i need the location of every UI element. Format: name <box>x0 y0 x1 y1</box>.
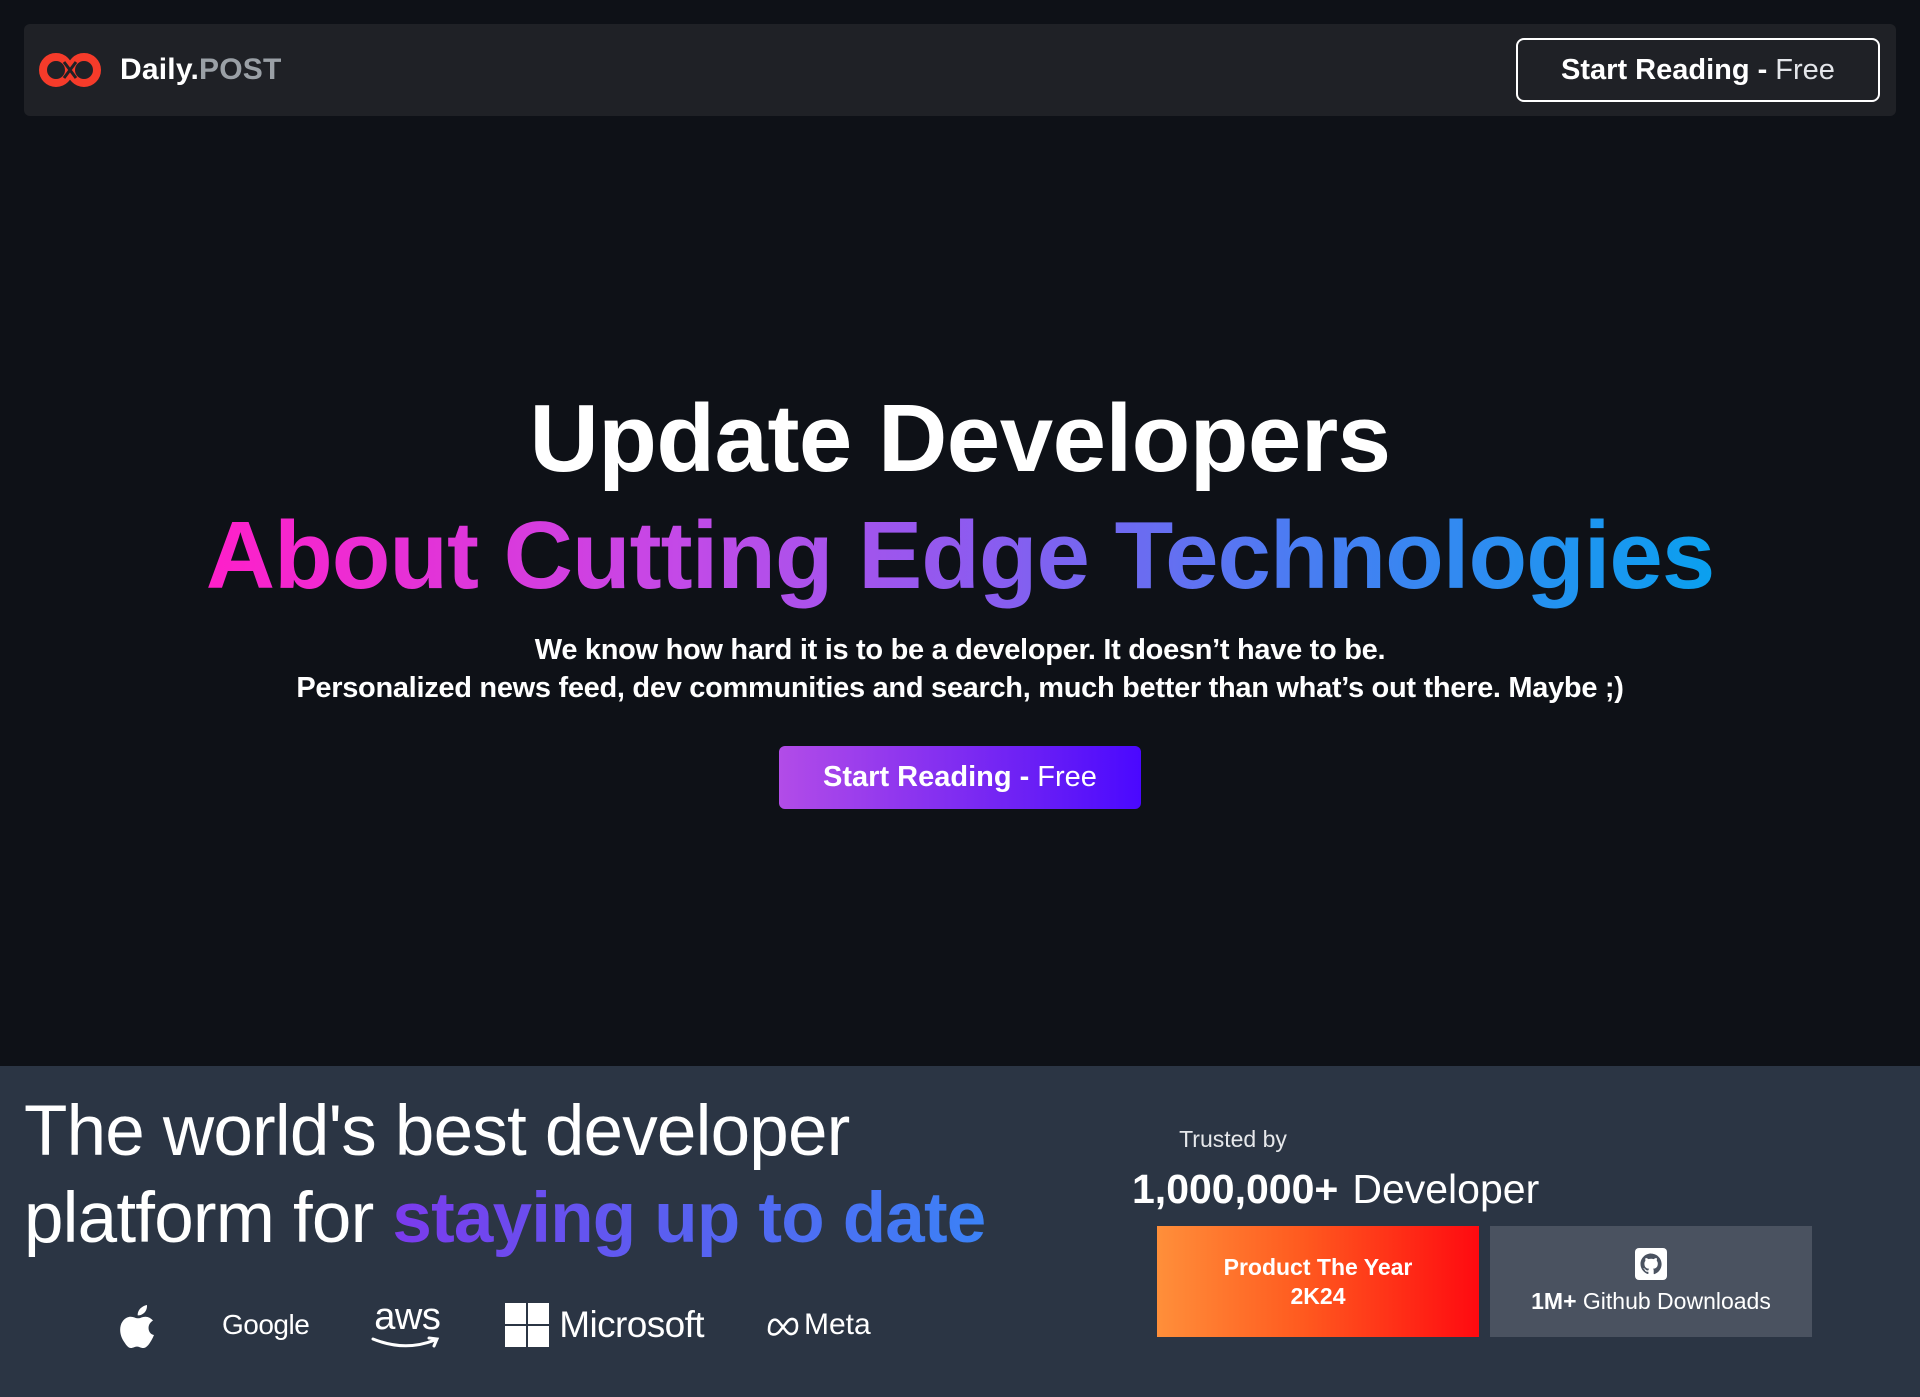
github-downloads-card[interactable]: 1M+ Github Downloads <box>1490 1226 1812 1337</box>
tagline-line-2-plain: platform for <box>24 1179 393 1258</box>
aws-wordmark: aws <box>374 1296 441 1338</box>
hero-title: Update Developers <box>529 385 1391 492</box>
apple-icon <box>120 1302 160 1348</box>
hero-start-reading-button[interactable]: Start Reading - Free <box>779 746 1141 809</box>
hero-subtitle-line-2: Personalized news feed, dev communities … <box>296 672 1624 704</box>
top-nav: Daily.POST Start Reading - Free <box>24 24 1896 116</box>
google-icon: Google <box>222 1309 310 1340</box>
github-downloads-label: Github Downloads <box>1582 1288 1771 1314</box>
hero-subtitle: We know how hard it is to be a developer… <box>0 631 1920 707</box>
github-downloads-text: 1M+ Github Downloads <box>1531 1288 1771 1315</box>
hero-section: Update Developers About Cutting Edge Tec… <box>0 116 1920 1066</box>
product-of-year-badge: Product The Year 2K24 <box>1157 1226 1479 1337</box>
microsoft-squares-icon <box>505 1303 550 1347</box>
nav-cta-free-label: Free <box>1775 53 1835 86</box>
trust-band: The world's best developer platform for … <box>0 1066 1920 1397</box>
microsoft-wordmark: Microsoft <box>559 1304 704 1345</box>
nav-start-reading-button[interactable]: Start Reading - Free <box>1516 38 1880 102</box>
meta-wordmark: Meta <box>803 1308 871 1341</box>
hero-cta-free-label: Free <box>1037 761 1097 793</box>
meta-icon: Meta <box>766 1308 871 1342</box>
trusted-by-label: Trusted by <box>1179 1126 1287 1152</box>
trusted-count: 1,000,000+ Developer <box>1132 1166 1539 1213</box>
aws-icon: aws <box>371 1296 443 1350</box>
hero-cta-label: Start Reading - <box>823 761 1030 793</box>
brand[interactable]: Daily.POST <box>38 52 282 88</box>
meta-infinity-icon <box>767 1317 799 1336</box>
hero-gradient-text: About Cutting Edge Technologies <box>205 502 1715 609</box>
award-line-2: 2K24 <box>1290 1282 1346 1309</box>
trusted-count-unit: Developer <box>1352 1166 1540 1212</box>
brand-name-suffix: POST <box>199 53 282 86</box>
award-line-1: Product The Year <box>1223 1253 1413 1280</box>
tagline-line-1: The world's best developer <box>24 1092 850 1171</box>
github-downloads-count: 1M+ <box>1531 1288 1577 1314</box>
infinity-logo-icon <box>39 53 101 87</box>
nav-cta-label: Start Reading - <box>1561 53 1768 86</box>
brand-name-main: Daily. <box>120 53 200 86</box>
partner-logos: Google aws Microsoft Meta <box>120 1292 900 1358</box>
hero-subtitle-line-1: We know how hard it is to be a developer… <box>534 634 1386 666</box>
tagline-accent: staying up to date <box>392 1179 986 1258</box>
brand-name: Daily.POST <box>120 53 282 87</box>
github-icon <box>1635 1248 1667 1280</box>
platform-tagline: The world's best developer platform for … <box>24 1088 1024 1262</box>
trusted-count-number: 1,000,000+ <box>1132 1166 1339 1212</box>
aws-smile-icon <box>371 1336 440 1348</box>
tagline-line-2: platform for staying up to date <box>24 1175 1024 1262</box>
landing-page: Daily.POST Start Reading - Free Update D… <box>0 0 1920 1397</box>
microsoft-icon: Microsoft <box>505 1303 705 1347</box>
hero-gradient-title: About Cutting Edge Technologies <box>0 501 1920 611</box>
